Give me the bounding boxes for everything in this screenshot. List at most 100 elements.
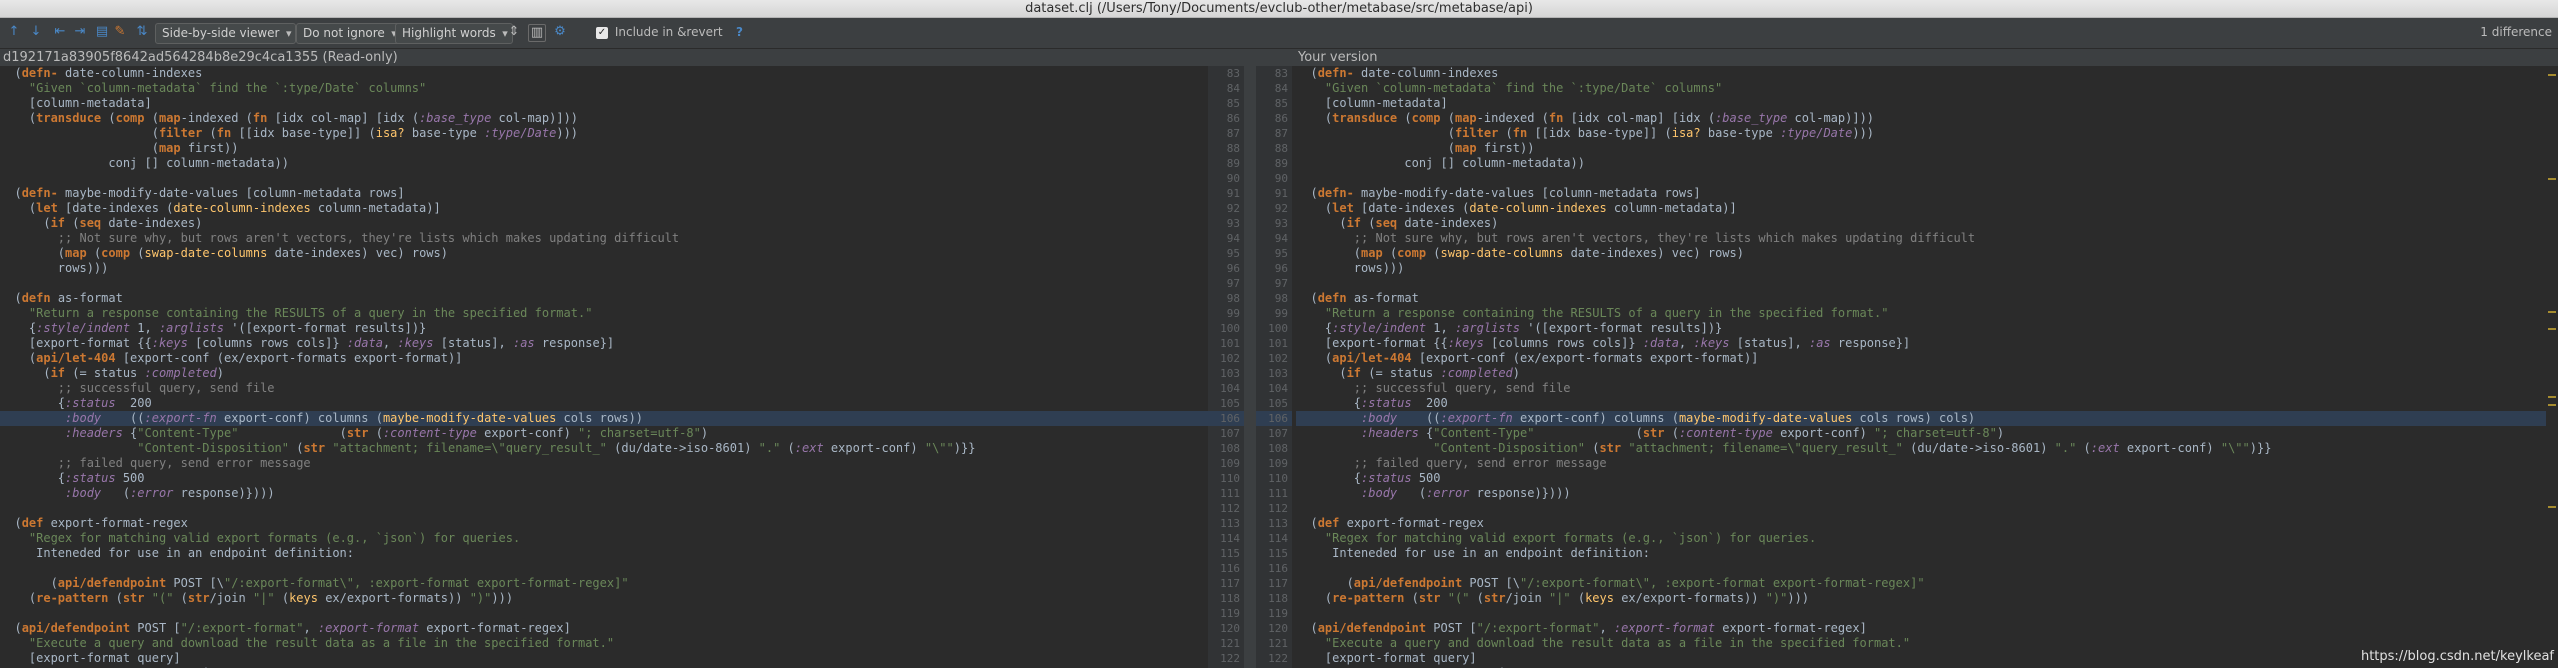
code-line[interactable]: (filter (fn [[idx base-type]] (isa? base…: [0, 126, 1208, 141]
code-line[interactable]: "Execute a query and download the result…: [0, 636, 1208, 651]
whitespace-dropdown[interactable]: Do not ignore: [296, 23, 402, 44]
code-line[interactable]: "Given `column-metadata` find the `:type…: [1296, 81, 2546, 96]
code-line[interactable]: {:status 200: [1296, 396, 2546, 411]
settings-gear-icon[interactable]: ⚙: [552, 24, 568, 40]
collapse-unchanged-icon[interactable]: ⇕: [506, 24, 522, 40]
include-revert-checkbox[interactable]: ✓ Include in &revert: [596, 22, 723, 43]
code-line[interactable]: conj [] column-metadata)): [1296, 156, 2546, 171]
code-line[interactable]: (filter (fn [[idx base-type]] (isa? base…: [1296, 126, 2546, 141]
line-number: 118: [1220, 592, 1240, 605]
code-line[interactable]: [column-metadata]: [0, 96, 1208, 111]
code-line[interactable]: {:status 500: [1296, 471, 2546, 486]
code-line[interactable]: (map (comp (swap-date-columns date-index…: [1296, 246, 2546, 261]
code-line[interactable]: (api/defendpoint POST [\"/:export-format…: [0, 576, 1208, 591]
right-code-pane[interactable]: (defn- date-column-indexes "Given `colum…: [1296, 66, 2546, 668]
code-line[interactable]: "Regex for matching valid export formats…: [0, 531, 1208, 546]
code-line[interactable]: :body ((:export-fn export-conf) columns …: [0, 411, 1208, 426]
code-line[interactable]: {:status 500: [0, 471, 1208, 486]
code-line[interactable]: [0, 606, 1208, 621]
code-line[interactable]: (let [date-indexes (date-column-indexes …: [0, 201, 1208, 216]
code-line[interactable]: "Execute a query and download the result…: [1296, 636, 2546, 651]
code-line[interactable]: (re-pattern (str "(" (str/join "|" (keys…: [1296, 591, 2546, 606]
left-code-pane[interactable]: (defn- date-column-indexes "Given `colum…: [0, 66, 1208, 668]
code-line[interactable]: (defn as-format: [0, 291, 1208, 306]
code-line[interactable]: {:status 200: [0, 396, 1208, 411]
code-line[interactable]: (map first)): [1296, 141, 2546, 156]
code-line[interactable]: [0, 561, 1208, 576]
next-difference-icon[interactable]: ↓: [28, 24, 44, 40]
code-line[interactable]: "Given `column-metadata` find the `:type…: [0, 81, 1208, 96]
previous-difference-icon[interactable]: ↑: [6, 24, 22, 40]
code-line[interactable]: ;; successful query, send file: [1296, 381, 2546, 396]
code-line[interactable]: [1296, 501, 2546, 516]
code-line[interactable]: (map first)): [0, 141, 1208, 156]
go-to-changed-file-icon[interactable]: ▤: [94, 24, 110, 40]
code-line[interactable]: {:style/indent 1, :arglists '([export-fo…: [1296, 321, 2546, 336]
code-line[interactable]: (defn- date-column-indexes: [0, 66, 1208, 81]
code-line[interactable]: (if (seq date-indexes): [0, 216, 1208, 231]
code-line[interactable]: ;; Not sure why, but rows aren't vectors…: [1296, 231, 2546, 246]
code-line[interactable]: :body ((:export-fn export-conf) columns …: [1296, 411, 2546, 426]
code-line[interactable]: (api/let-404 [export-conf (ex/export-for…: [0, 351, 1208, 366]
code-line[interactable]: ;; failed query, send error message: [0, 456, 1208, 471]
code-line[interactable]: (def export-format-regex: [0, 516, 1208, 531]
code-line[interactable]: (re-pattern (str "(" (str/join "|" (keys…: [0, 591, 1208, 606]
code-line[interactable]: [export-format query]: [0, 651, 1208, 666]
code-line[interactable]: (api/defendpoint POST [\"/:export-format…: [1296, 576, 2546, 591]
compare-next-file-icon[interactable]: ⇥: [72, 24, 88, 40]
edit-source-icon[interactable]: ✎: [112, 24, 128, 40]
code-line[interactable]: ;; successful query, send file: [0, 381, 1208, 396]
code-line[interactable]: (transduce (comp (map-indexed (fn [idx c…: [1296, 111, 2546, 126]
code-line[interactable]: "Regex for matching valid export formats…: [1296, 531, 2546, 546]
code-line[interactable]: (if (= status :completed): [1296, 366, 2546, 381]
code-line[interactable]: [1296, 606, 2546, 621]
code-line[interactable]: (api/defendpoint POST ["/:export-format"…: [0, 621, 1208, 636]
code-line[interactable]: [0, 171, 1208, 186]
code-line[interactable]: [0, 501, 1208, 516]
code-line[interactable]: (defn- maybe-modify-date-values [column-…: [0, 186, 1208, 201]
code-line[interactable]: :headers {"Content-Type" (str (:content-…: [1296, 426, 2546, 441]
code-line[interactable]: (api/let-404 [export-conf (ex/export-for…: [1296, 351, 2546, 366]
code-line[interactable]: (defn- date-column-indexes: [1296, 66, 2546, 81]
code-line[interactable]: [export-format {{:keys [columns rows col…: [0, 336, 1208, 351]
diff-overview-scrollbar[interactable]: [2546, 66, 2558, 668]
code-line[interactable]: (if (= status :completed): [0, 366, 1208, 381]
code-line[interactable]: [column-metadata]: [1296, 96, 2546, 111]
code-line[interactable]: Inteneded for use in an endpoint definit…: [1296, 546, 2546, 561]
code-line[interactable]: "Return a response containing the RESULT…: [0, 306, 1208, 321]
code-line[interactable]: (api/defendpoint POST ["/:export-format"…: [1296, 621, 2546, 636]
code-line[interactable]: ;; Not sure why, but rows aren't vectors…: [0, 231, 1208, 246]
code-line[interactable]: [1296, 561, 2546, 576]
code-line[interactable]: (defn- maybe-modify-date-values [column-…: [1296, 186, 2546, 201]
code-line[interactable]: [export-format {{:keys [columns rows col…: [1296, 336, 2546, 351]
code-line[interactable]: ;; failed query, send error message: [1296, 456, 2546, 471]
code-line[interactable]: Inteneded for use in an endpoint definit…: [0, 546, 1208, 561]
code-line[interactable]: [1296, 276, 2546, 291]
code-line[interactable]: (let [date-indexes (date-column-indexes …: [1296, 201, 2546, 216]
help-icon[interactable]: ?: [736, 22, 743, 43]
viewer-mode-dropdown[interactable]: Side-by-side viewer: [155, 23, 297, 44]
code-line[interactable]: (transduce (comp (map-indexed (fn [idx c…: [0, 111, 1208, 126]
code-line[interactable]: [0, 276, 1208, 291]
code-line[interactable]: "Return a response containing the RESULT…: [1296, 306, 2546, 321]
checkbox-checked-icon[interactable]: ✓: [596, 26, 608, 39]
show-diff-icon[interactable]: ⇅: [134, 24, 150, 40]
highlight-dropdown[interactable]: Highlight words: [395, 23, 513, 44]
code-line[interactable]: (if (seq date-indexes): [1296, 216, 2546, 231]
code-line[interactable]: [1296, 171, 2546, 186]
code-line[interactable]: (def export-format-regex: [1296, 516, 2546, 531]
code-line[interactable]: :body (:error response)}))): [0, 486, 1208, 501]
code-line[interactable]: conj [] column-metadata)): [0, 156, 1208, 171]
code-line[interactable]: (defn as-format: [1296, 291, 2546, 306]
code-line[interactable]: [export-format query]: [1296, 651, 2546, 666]
code-line[interactable]: {:style/indent 1, :arglists '([export-fo…: [0, 321, 1208, 336]
code-line[interactable]: (map (comp (swap-date-columns date-index…: [0, 246, 1208, 261]
code-line[interactable]: :body (:error response)}))): [1296, 486, 2546, 501]
code-line[interactable]: :headers {"Content-Type" (str (:content-…: [0, 426, 1208, 441]
code-line[interactable]: rows))): [1296, 261, 2546, 276]
sync-scroll-icon[interactable]: ▥: [528, 24, 546, 42]
compare-previous-file-icon[interactable]: ⇤: [52, 24, 68, 40]
code-line[interactable]: rows))): [0, 261, 1208, 276]
code-line[interactable]: "Content-Disposition" (str "attachment; …: [1296, 441, 2546, 456]
code-line[interactable]: "Content-Disposition" (str "attachment; …: [0, 441, 1208, 456]
